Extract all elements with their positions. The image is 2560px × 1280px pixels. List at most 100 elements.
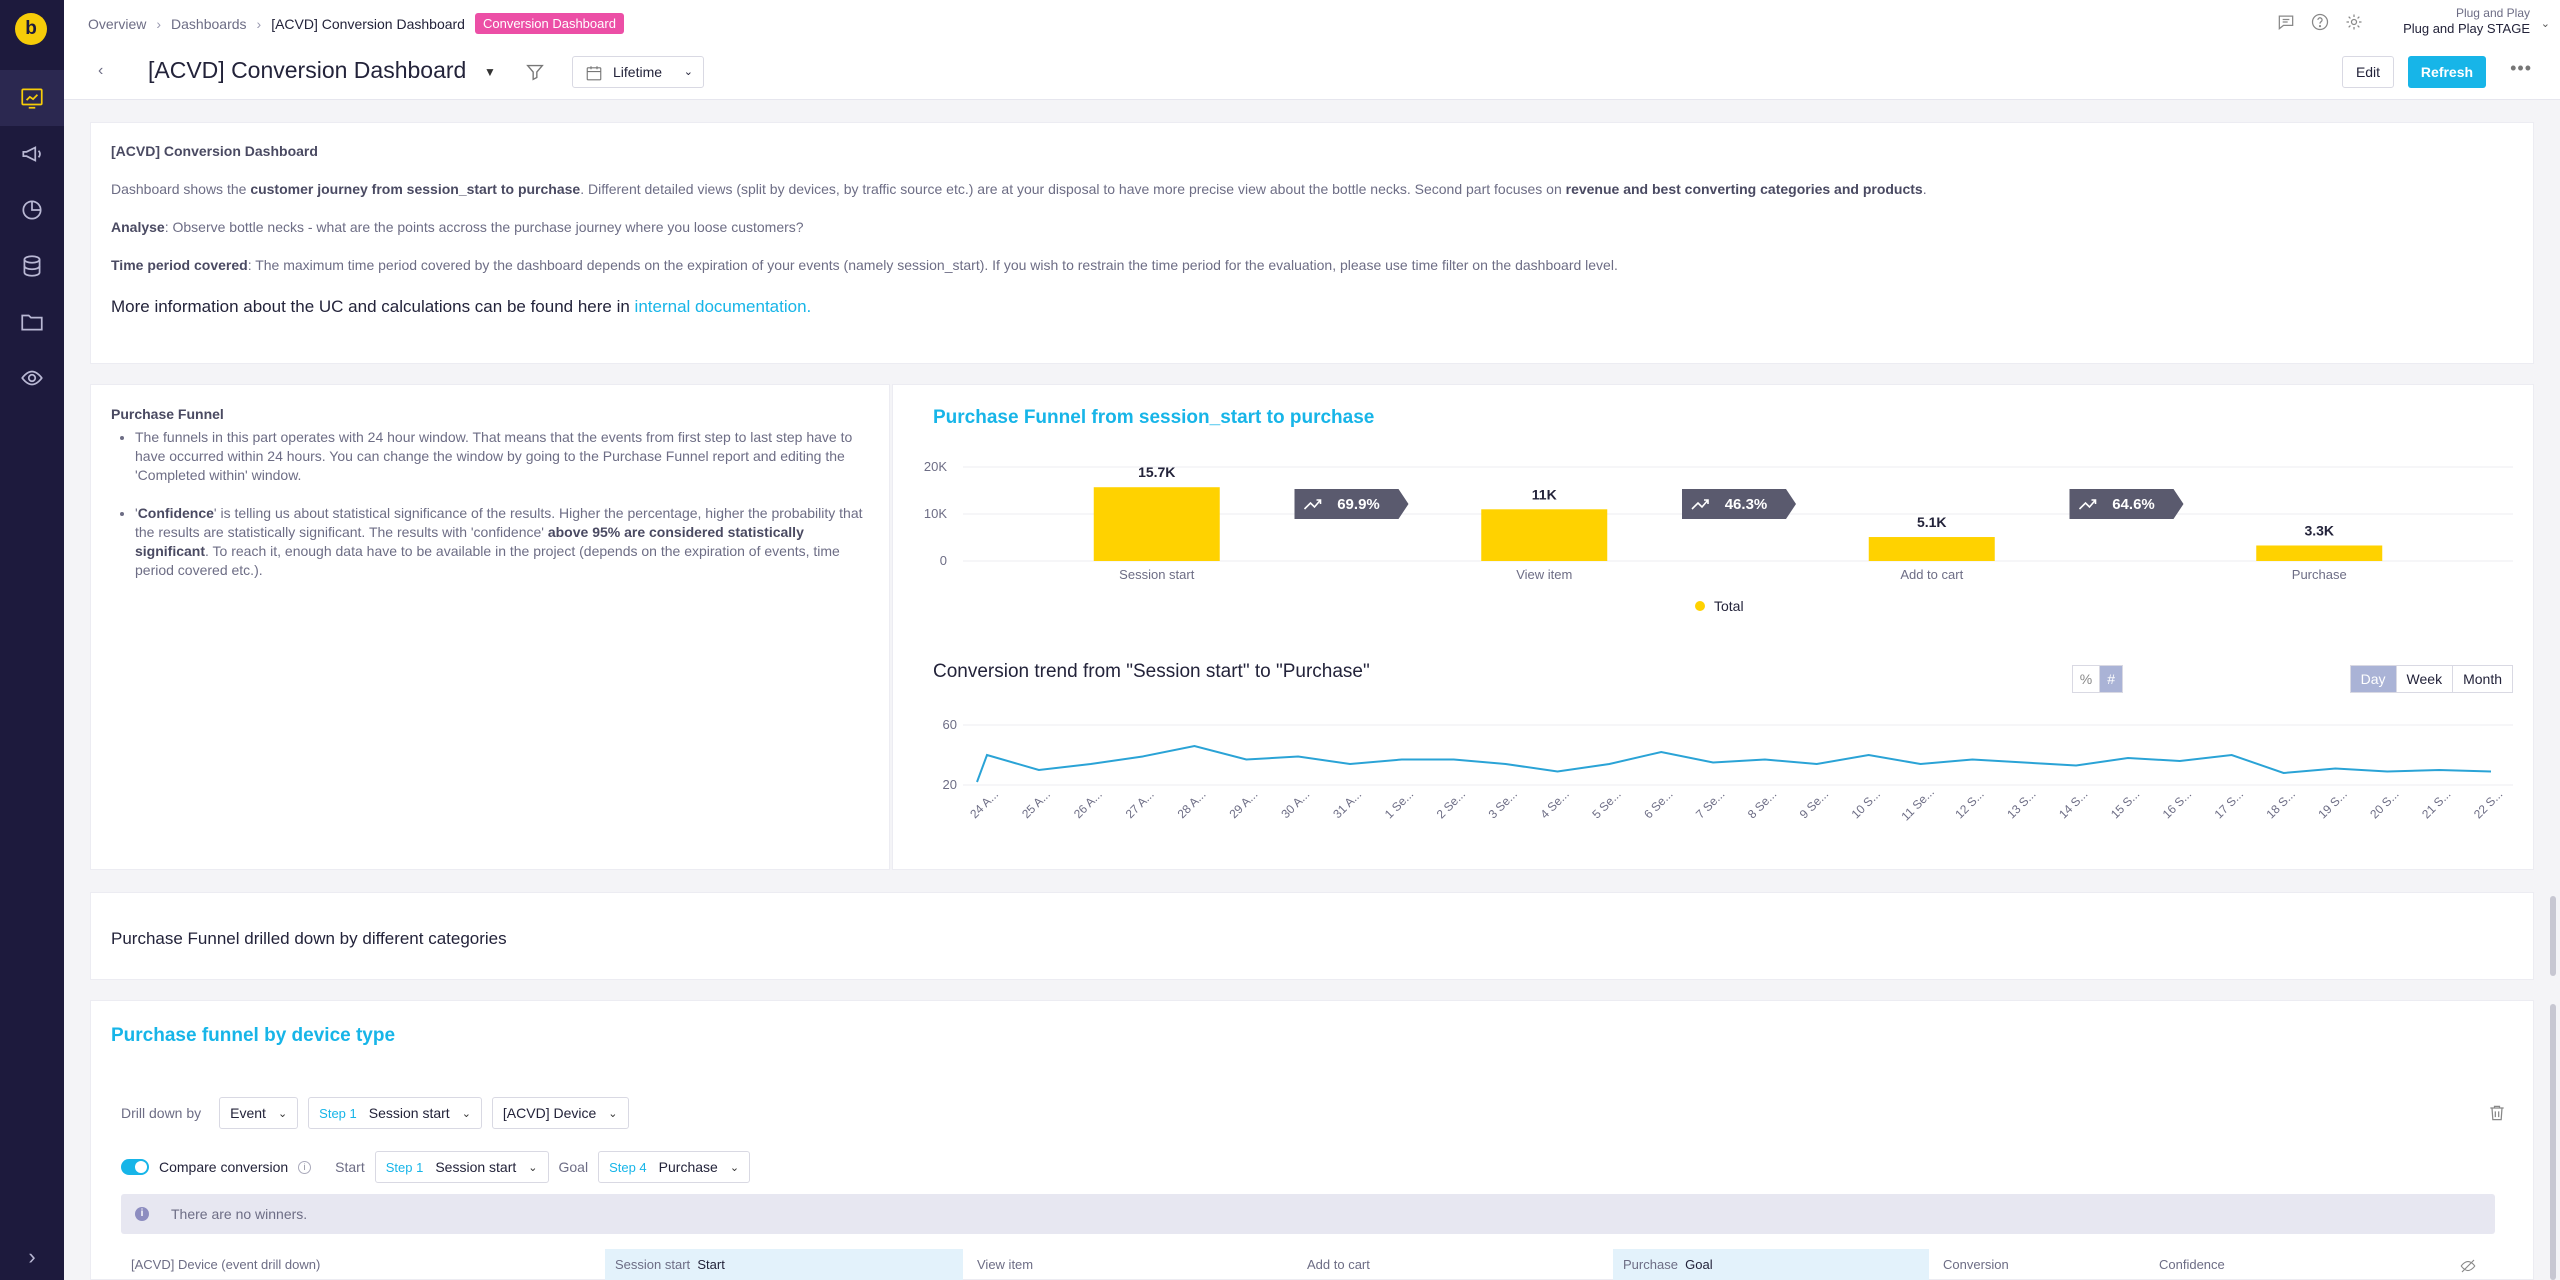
goal-label: Goal bbox=[558, 1159, 589, 1175]
pie-chart-icon[interactable] bbox=[0, 182, 64, 238]
expand-sidebar-icon[interactable]: › bbox=[0, 1244, 64, 1270]
dashboard-badge: Conversion Dashboard bbox=[474, 13, 624, 34]
trash-icon[interactable] bbox=[2487, 1103, 2507, 1123]
breadcrumb-dashboards[interactable]: Dashboards bbox=[171, 16, 247, 32]
drill-attribute-select[interactable]: [ACVD] Device ⌄ bbox=[491, 1097, 629, 1129]
column-confidence[interactable]: Confidence bbox=[2149, 1249, 2359, 1280]
y-tick-label: 20 bbox=[943, 777, 957, 792]
x-tick-label: 18 S... bbox=[2264, 787, 2298, 821]
breadcrumb-current: [ACVD] Conversion Dashboard bbox=[271, 15, 465, 32]
legend-swatch bbox=[1695, 601, 1705, 611]
drilldown-section-title: Purchase Funnel drilled down by differen… bbox=[111, 929, 507, 948]
compare-conversion-toggle[interactable] bbox=[121, 1159, 149, 1175]
info-icon[interactable]: i bbox=[298, 1160, 312, 1174]
trend-chart: 60 20 24 A... 25 A... 26 A... 27 A... 28 A... 2… bbox=[943, 717, 2513, 823]
x-tick-label: 24 A... bbox=[967, 787, 1001, 821]
comment-icon[interactable] bbox=[2276, 12, 2296, 32]
refresh-button[interactable]: Refresh bbox=[2408, 56, 2486, 88]
start-step-select[interactable]: Step 1 Session start ⌄ bbox=[374, 1151, 549, 1183]
edit-button[interactable]: Edit bbox=[2342, 56, 2394, 88]
calendar-icon bbox=[586, 66, 602, 81]
column-purchase[interactable]: Purchase Goal bbox=[1613, 1249, 1929, 1280]
conversion-rate-label: 64.6% bbox=[2112, 496, 2155, 513]
funnel-note-window: The funnels in this part operates with 2… bbox=[135, 428, 869, 485]
trend-chart-title: Conversion trend from "Session start" to… bbox=[933, 661, 1370, 682]
x-tick-label: 21 S... bbox=[2419, 787, 2453, 821]
x-tick-label: 13 S... bbox=[2004, 787, 2038, 821]
funnel-bar bbox=[1093, 487, 1220, 561]
conversion-rate-label: 46.3% bbox=[1725, 496, 1768, 513]
filter-icon[interactable] bbox=[524, 61, 546, 83]
day-button[interactable]: Day bbox=[2349, 665, 2397, 693]
drill-step-select[interactable]: Step 1 Session start ⌄ bbox=[308, 1097, 482, 1129]
chevron-down-icon: ⌄ bbox=[608, 1107, 618, 1120]
scrollbar[interactable] bbox=[2550, 896, 2556, 976]
week-button[interactable]: Week bbox=[2395, 665, 2454, 693]
app-logo[interactable]: b bbox=[15, 13, 47, 45]
column-conversion[interactable]: Conversion bbox=[1933, 1249, 2145, 1280]
x-tick-label: 15 S... bbox=[2108, 787, 2142, 821]
x-tick-label: View item bbox=[1516, 567, 1572, 582]
intro-paragraph-2: Analyse: Observe bottle necks - what are… bbox=[111, 219, 804, 235]
chevron-down-icon: ⌄ bbox=[729, 1161, 740, 1174]
x-tick-label: 1 Se... bbox=[1382, 787, 1416, 821]
project-org: Plug and Play bbox=[2455, 6, 2530, 20]
percent-toggle[interactable]: % bbox=[2071, 665, 2101, 693]
chevron-down-icon[interactable]: ▼ bbox=[484, 65, 496, 79]
database-icon[interactable] bbox=[0, 238, 64, 294]
chevron-down-icon: ⌄ bbox=[277, 1107, 288, 1120]
month-button[interactable]: Month bbox=[2452, 665, 2513, 693]
x-tick-label: 4 Se... bbox=[1537, 787, 1571, 821]
y-tick-label: 10K bbox=[924, 506, 947, 521]
folder-icon[interactable] bbox=[0, 294, 64, 350]
trend-line bbox=[976, 744, 2492, 783]
no-winners-notice: i There are no winners. bbox=[121, 1194, 2495, 1234]
dashboard-header: ‹ [ACVD] Conversion Dashboard ▼ Lifetime… bbox=[64, 44, 2560, 100]
dashboard-title[interactable]: [ACVD] Conversion Dashboard bbox=[148, 57, 466, 84]
scrollbar[interactable] bbox=[2550, 1004, 2556, 1280]
count-toggle[interactable]: # bbox=[2099, 665, 2123, 693]
help-icon[interactable] bbox=[2310, 12, 2330, 32]
funnel-bar bbox=[2256, 545, 2383, 561]
chevron-down-icon: ⌄ bbox=[461, 1107, 471, 1120]
hide-columns-icon[interactable] bbox=[2459, 1257, 2477, 1275]
top-icons bbox=[2276, 12, 2364, 32]
intro-paragraph-3: Time period covered: The maximum time pe… bbox=[111, 257, 1618, 273]
x-tick-label: 28 A... bbox=[1175, 787, 1209, 821]
bar-value-label: 11K bbox=[1532, 486, 1557, 502]
settings-gear-icon[interactable] bbox=[2344, 12, 2364, 32]
column-add-to-cart[interactable]: Add to cart bbox=[1297, 1249, 1609, 1280]
project-switcher[interactable]: Plug and Play Plug and Play STAGE bbox=[2403, 5, 2530, 37]
funnel-notes-title: Purchase Funnel bbox=[111, 406, 224, 422]
column-view-item[interactable]: View item bbox=[967, 1249, 1293, 1280]
column-device[interactable]: [ACVD] Device (event drill down) bbox=[121, 1249, 601, 1280]
drill-down-label: Drill down by bbox=[121, 1105, 202, 1121]
x-tick-label: 8 Se... bbox=[1745, 787, 1779, 821]
goal-step-select[interactable]: Step 4 Purchase ⌄ bbox=[598, 1151, 751, 1183]
intro-heading: [ACVD] Conversion Dashboard bbox=[111, 143, 318, 159]
more-options-icon[interactable]: ••• bbox=[2510, 58, 2532, 79]
drill-type-select[interactable]: Event ⌄ bbox=[219, 1097, 299, 1129]
results-table-header: [ACVD] Device (event drill down) Session… bbox=[121, 1249, 2495, 1280]
x-tick-label: 30 A... bbox=[1278, 787, 1312, 821]
y-tick-label: 0 bbox=[940, 553, 947, 568]
column-session-start[interactable]: Session start Start bbox=[605, 1249, 963, 1280]
documentation-link[interactable]: internal documentation. bbox=[635, 297, 812, 316]
megaphone-icon[interactable] bbox=[0, 126, 64, 182]
eye-icon[interactable] bbox=[0, 350, 64, 406]
chevron-right-icon: › bbox=[256, 15, 262, 32]
date-range-select[interactable]: Lifetime ⌄ bbox=[572, 56, 704, 88]
x-tick-label: 3 Se... bbox=[1486, 787, 1520, 821]
chevron-down-icon[interactable]: ⌄ bbox=[2541, 17, 2550, 30]
x-tick-label: 2 Se... bbox=[1434, 787, 1468, 821]
x-tick-label: 5 Se... bbox=[1589, 787, 1623, 821]
value-mode-toggle: % # bbox=[2071, 665, 2123, 693]
x-tick-label: 14 S... bbox=[2056, 787, 2090, 821]
funnel-bar bbox=[1868, 537, 1995, 561]
dashboard-icon[interactable] bbox=[0, 70, 64, 126]
back-chevron-icon[interactable]: ‹ bbox=[98, 62, 103, 80]
x-tick-label: 22 S... bbox=[2471, 787, 2505, 821]
device-funnel-title: Purchase funnel by device type bbox=[111, 1025, 396, 1046]
breadcrumb: Overview › Dashboards › [ACVD] Conversio… bbox=[88, 13, 624, 34]
breadcrumb-overview[interactable]: Overview bbox=[88, 16, 146, 32]
